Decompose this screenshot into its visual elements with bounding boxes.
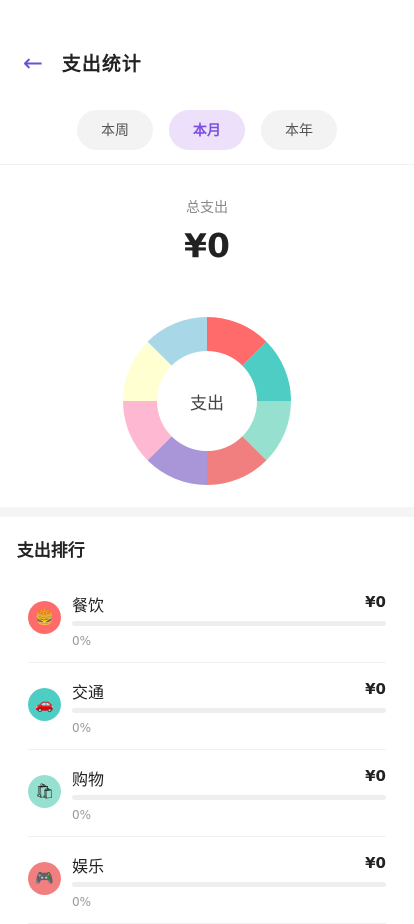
total-label: 总支出: [186, 200, 228, 216]
car-icon: 🚗: [28, 688, 61, 721]
shopping-bag-icon: 🛍: [28, 775, 61, 808]
ranking-item-name: 娱乐: [72, 857, 105, 876]
tab-week[interactable]: 本周: [77, 110, 153, 150]
ranking-progress-bar: [72, 621, 386, 626]
ranking-item-percent: 0%: [72, 721, 92, 735]
period-tabs: 本周 本月 本年: [0, 110, 414, 150]
ranking-item-percent: 0%: [72, 895, 92, 909]
ranking-item-shopping[interactable]: 🛍 购物 ¥0 0%: [0, 750, 414, 837]
ranking-item-percent: 0%: [72, 634, 92, 648]
header: ← 支出统计: [0, 0, 414, 110]
tab-year[interactable]: 本年: [261, 110, 337, 150]
back-button[interactable]: ←: [18, 46, 48, 80]
ranking-item-amount: ¥0: [365, 854, 386, 872]
ranking-item-transport[interactable]: 🚗 交通 ¥0 0%: [0, 663, 414, 750]
donut-center-label: 支出: [190, 393, 224, 414]
ranking-progress-bar: [72, 708, 386, 713]
section-separator: [0, 507, 414, 517]
ranking-title: 支出排行: [17, 541, 85, 561]
expense-donut-chart: 支出: [123, 317, 291, 485]
ranking-item-food[interactable]: 🍔 餐饮 ¥0 0%: [0, 576, 414, 663]
burger-icon: 🍔: [28, 601, 61, 634]
ranking-item-name: 餐饮: [72, 596, 105, 615]
page-title: 支出统计: [62, 53, 143, 75]
ranking-item-entertainment[interactable]: 🎮 娱乐 ¥0 0%: [0, 837, 414, 924]
ranking-item-percent: 0%: [72, 808, 92, 822]
ranking-item-name: 购物: [72, 770, 105, 789]
ranking-item-amount: ¥0: [365, 593, 386, 611]
total-amount: ¥0: [184, 226, 230, 265]
ranking-item-name: 交通: [72, 683, 105, 702]
ranking-list: 🍔 餐饮 ¥0 0% 🚗 交通 ¥0 0% 🛍 购物 ¥0 0% 🎮 娱乐 ¥0…: [0, 576, 414, 924]
header-divider: [0, 164, 414, 165]
arrow-left-icon: ←: [22, 49, 44, 77]
ranking-item-amount: ¥0: [365, 767, 386, 785]
ranking-progress-bar: [72, 882, 386, 887]
ranking-progress-bar: [72, 795, 386, 800]
gamepad-icon: 🎮: [28, 862, 61, 895]
tab-month[interactable]: 本月: [169, 110, 245, 150]
ranking-item-amount: ¥0: [365, 680, 386, 698]
